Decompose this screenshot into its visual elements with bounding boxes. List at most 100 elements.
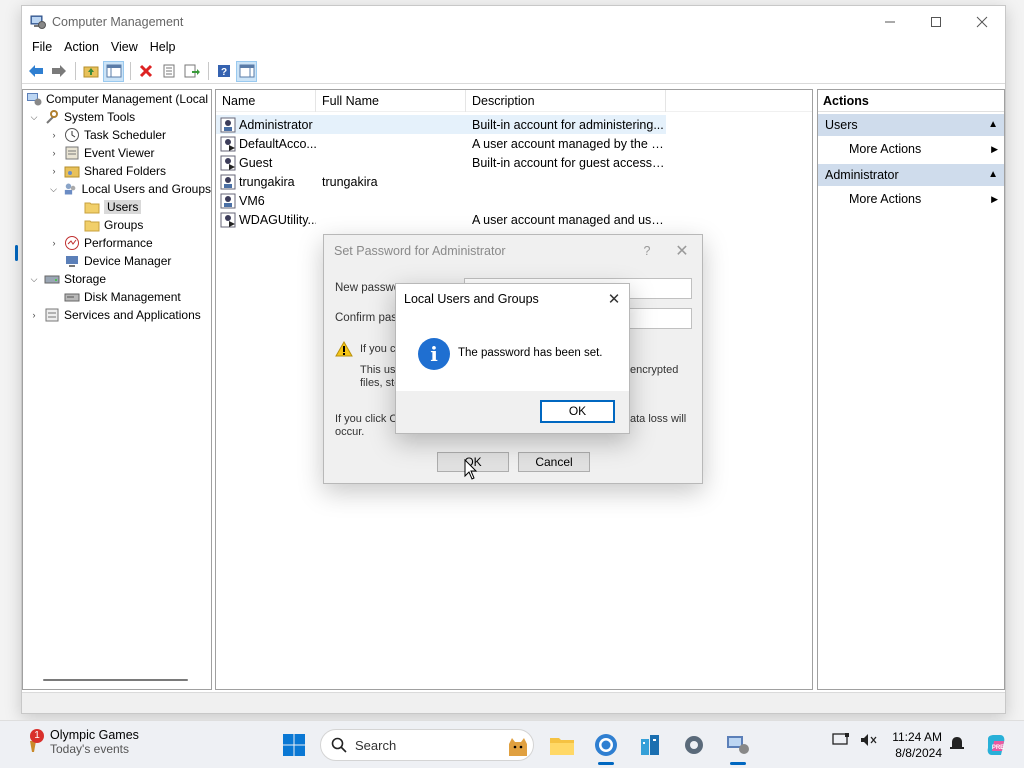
console-tree-pane[interactable]: Computer Management (Local ⌵ System Tool… [22, 89, 212, 690]
disk-management-icon [64, 293, 80, 302]
user-row-administrator[interactable]: Administrator Built-in account for admin… [216, 115, 666, 134]
tree-item-system-tools[interactable]: ⌵ System Tools [23, 108, 211, 126]
file-explorer-taskbar-button[interactable] [544, 727, 580, 763]
tree-item-root[interactable]: Computer Management (Local [23, 90, 211, 108]
chevron-right-icon[interactable]: › [48, 237, 60, 249]
close-window-button[interactable] [959, 6, 1005, 37]
user-name-cell: WDAGUtility... [216, 212, 316, 228]
actions-group-administrator[interactable]: Administrator ▲ [818, 164, 1004, 186]
minimize-icon [885, 21, 895, 22]
weather-widget[interactable]: 1 Olympic Games Today's events [22, 728, 139, 756]
tray-network-volume-button[interactable] [858, 729, 880, 751]
gear-icon [685, 736, 703, 754]
tree-item-label: Disk Management [84, 290, 181, 304]
folder-up-icon [83, 66, 98, 78]
settings-taskbar-button[interactable] [676, 727, 712, 763]
tree-item-label: System Tools [64, 110, 136, 124]
storage-icon [44, 275, 60, 284]
menu-view[interactable]: View [105, 37, 144, 57]
taskbar-search-box[interactable]: Search [320, 729, 534, 761]
back-button[interactable] [25, 61, 46, 82]
user-row-guest[interactable]: Guest Built-in account for guest access … [216, 153, 812, 172]
chevron-down-icon[interactable]: ⌵ [28, 273, 40, 285]
column-header-name[interactable]: Name [216, 90, 316, 112]
copilot-button[interactable]: PRE [984, 733, 1008, 757]
computer-management-taskbar-button[interactable] [720, 727, 756, 765]
up-one-level-button[interactable] [80, 61, 101, 82]
toolbar-separator [75, 62, 76, 80]
chevron-down-icon[interactable]: ⌵ [48, 183, 59, 195]
users-more-actions[interactable]: More Actions ▶ [818, 136, 1004, 162]
minimize-button[interactable] [867, 6, 913, 37]
tree-item-task-scheduler[interactable]: › Task Scheduler [23, 126, 211, 144]
azure-taskbar-button[interactable] [632, 727, 668, 763]
chevron-right-icon[interactable]: › [48, 165, 60, 177]
menu-file[interactable]: File [26, 37, 58, 57]
chrome-taskbar-button[interactable] [588, 727, 624, 765]
show-hide-action-pane-button[interactable] [236, 60, 257, 82]
toolbar-separator [208, 62, 209, 80]
desktop-edge-indicator [15, 245, 18, 261]
delete-button[interactable] [135, 61, 156, 82]
user-name-cell: trungakira [216, 174, 316, 190]
close-set-password-button[interactable]: ✕ [662, 241, 702, 261]
message-box-footer: OK [396, 391, 629, 433]
user-row-vm6[interactable]: VM6 [216, 191, 812, 210]
maximize-button[interactable] [913, 6, 959, 37]
user-icon [220, 193, 236, 208]
chevron-right-icon[interactable]: › [48, 129, 60, 141]
menu-action[interactable]: Action [58, 37, 105, 57]
actions-group-users[interactable]: Users ▲ [818, 114, 1004, 136]
start-button[interactable] [276, 727, 312, 763]
computer-management-icon [27, 93, 42, 106]
tree-item-local-users-and-groups[interactable]: ⌵ Local Users and Groups [23, 180, 211, 198]
tree-item-performance[interactable]: › Performance [23, 234, 211, 252]
forward-button[interactable] [48, 61, 69, 82]
tree-item-shared-folders[interactable]: › Shared Folders [23, 162, 211, 180]
close-message-box-button[interactable]: ✕ [599, 290, 629, 308]
help-question-button[interactable]: ? [632, 244, 662, 258]
warning-line-1: If you cl [360, 343, 398, 355]
tree-item-storage[interactable]: ⌵ Storage [23, 270, 211, 288]
user-row-trungakira[interactable]: trungakira trungakira [216, 172, 812, 191]
user-row-wdagutility[interactable]: WDAGUtility... A user account managed an… [216, 210, 812, 229]
tree-item-disk-management[interactable]: Disk Management [23, 288, 211, 306]
toolbar-separator [130, 62, 131, 80]
submenu-arrow-icon: ▶ [991, 144, 998, 154]
tree-item-label: Groups [104, 218, 144, 232]
column-header-description[interactable]: Description [466, 90, 666, 112]
speaker-muted-icon [861, 734, 877, 746]
tree-item-label: Task Scheduler [84, 128, 167, 142]
collapse-up-icon[interactable]: ▲ [988, 164, 998, 186]
administrator-more-actions[interactable]: More Actions ▶ [818, 186, 1004, 212]
notification-button[interactable] [948, 734, 970, 756]
tree-item-device-manager[interactable]: Device Manager [23, 252, 211, 270]
chevron-down-icon[interactable]: ⌵ [28, 111, 40, 123]
set-password-cancel-button[interactable]: Cancel [518, 452, 590, 472]
tree-item-event-viewer[interactable]: › Event Viewer [23, 144, 211, 162]
clock-date: 8/8/2024 [895, 746, 942, 760]
column-header-full-name[interactable]: Full Name [316, 90, 466, 112]
tree-item-users[interactable]: Users [23, 198, 211, 216]
chevron-right-icon[interactable]: › [28, 309, 40, 321]
properties-button[interactable] [158, 61, 179, 82]
export-list-button[interactable] [181, 61, 202, 82]
tree-item-services-and-applications[interactable]: › Services and Applications [23, 306, 211, 324]
user-description-cell: Built-in account for administering... [472, 117, 664, 132]
tree-item-groups[interactable]: Groups [23, 216, 211, 234]
help-button[interactable]: ? [213, 61, 234, 82]
help-icon: ? [217, 65, 230, 78]
tray-device-button[interactable] [830, 729, 852, 751]
menu-help[interactable]: Help [144, 37, 182, 57]
tree-item-label: Device Manager [84, 254, 172, 268]
show-hide-console-tree-button[interactable] [103, 60, 124, 82]
message-box-ok-button[interactable]: OK [540, 400, 615, 423]
svg-text:PRE: PRE [992, 745, 1004, 751]
tree-horizontal-scrollbar[interactable] [43, 679, 188, 681]
collapse-up-icon[interactable]: ▲ [988, 114, 998, 136]
chevron-right-icon[interactable]: › [48, 147, 60, 159]
user-row-defaultaccount[interactable]: DefaultAcco... A user account managed by… [216, 134, 812, 153]
running-indicator [730, 762, 746, 765]
widget-subtitle: Today's events [50, 742, 130, 756]
tray-clock[interactable]: 11:24 AM 8/8/2024 [884, 729, 942, 761]
